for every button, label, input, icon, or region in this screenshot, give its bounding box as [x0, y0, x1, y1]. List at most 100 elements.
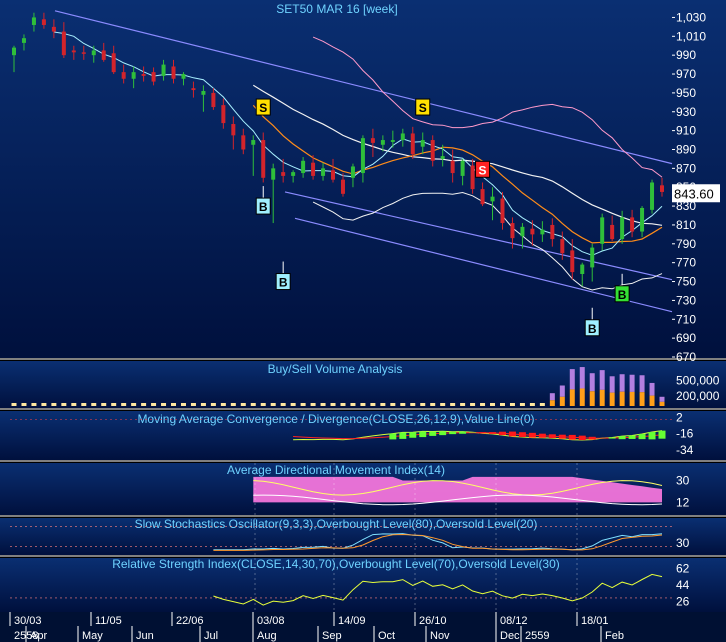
volume-bar [310, 403, 316, 406]
month-axis-label: Sep [322, 630, 342, 642]
year-axis-label: 2558 [14, 630, 38, 642]
date-axis-label: 18/01 [581, 615, 609, 627]
volume-axis-label: 200,000 [676, 389, 720, 403]
candle-body [340, 179, 345, 194]
candle-body [390, 140, 395, 142]
stock-chart[interactable]: 1,0301,010990970950930910890870850830810… [0, 0, 726, 642]
volume-bar [330, 403, 336, 406]
price-axis-label: 890 [676, 142, 696, 156]
volume-bar [31, 403, 37, 406]
candle-body [181, 74, 186, 79]
candle-body [530, 228, 535, 235]
volume-bar [250, 403, 256, 406]
volume-bar [509, 403, 515, 406]
volume-bar [539, 403, 545, 406]
month-axis-label: Dec [500, 630, 520, 642]
volume-bar [141, 403, 147, 406]
volume-bar [270, 403, 276, 406]
volume-bar-sell [639, 375, 645, 393]
candle-body [251, 140, 256, 145]
candle-body [600, 217, 605, 244]
candle-body [41, 19, 46, 25]
candle-body [520, 226, 525, 237]
price-axis-label: 950 [676, 86, 696, 100]
volume-bar-sell [649, 382, 655, 396]
volume-bar [260, 403, 266, 406]
month-axis-label: Feb [605, 630, 624, 642]
candle-body [331, 170, 336, 180]
volume-bar-sell [589, 373, 595, 392]
candle-body [650, 182, 655, 210]
volume-bar [81, 403, 87, 406]
volume-bar [71, 403, 77, 406]
volume-bar-buy [629, 391, 635, 406]
volume-bar-sell [609, 376, 615, 393]
candle-body [101, 50, 106, 60]
volume-bar [230, 403, 236, 406]
price-axis-label: 730 [676, 293, 696, 307]
macd-axis-label: -16 [676, 427, 694, 441]
volume-bar [11, 403, 17, 406]
volume-bar [121, 403, 127, 406]
candle-body [550, 224, 555, 240]
price-axis-label: 870 [676, 161, 696, 175]
volume-bar [220, 403, 226, 406]
volume-bar-sell [549, 393, 555, 401]
volume-bar [300, 403, 306, 406]
rsi-axis-label: 62 [676, 561, 690, 575]
volume-bar [111, 403, 117, 406]
volume-bar [529, 403, 535, 406]
candle-body [570, 250, 575, 273]
candle-body [271, 168, 276, 180]
candle-body [301, 160, 306, 174]
candle-body [171, 66, 176, 79]
date-axis-label: 26/10 [419, 615, 447, 627]
volume-bar [171, 403, 177, 406]
signal-label: B [588, 322, 597, 336]
candle-body [370, 138, 375, 143]
volume-bar [340, 403, 346, 406]
rsi-axis-label: 44 [676, 578, 690, 592]
price-axis-label: 770 [676, 256, 696, 270]
price-axis-label: 670 [676, 350, 696, 364]
volume-bar-buy [589, 391, 595, 406]
volume-bar [210, 403, 216, 406]
volume-bar [370, 403, 376, 406]
price-axis-label: 1,030 [676, 10, 706, 24]
volume-bar [290, 403, 296, 406]
candle-body [131, 72, 136, 79]
volume-bar [101, 403, 107, 406]
candle-body [610, 224, 615, 240]
price-axis-label: 1,010 [676, 29, 706, 43]
price-axis-label: 710 [676, 312, 696, 326]
candle-body [540, 229, 545, 235]
candle-body [410, 133, 415, 155]
candle-body [630, 217, 635, 232]
month-axis-label: Jul [204, 630, 218, 642]
volume-bar-buy [549, 400, 555, 406]
macd-axis-label: 2 [676, 411, 683, 425]
price-axis-label: 690 [676, 331, 696, 345]
volume-bar [131, 403, 137, 406]
stochastic-title: Slow Stochastics Oscillator(9,3,3),Overb… [135, 517, 538, 531]
volume-bar [51, 403, 57, 406]
volume-bar [480, 403, 486, 406]
date-axis-label: 14/09 [338, 615, 366, 627]
month-axis-label: 2559 [525, 630, 549, 642]
candle-body [500, 198, 505, 224]
date-axis-label: 22/06 [176, 615, 204, 627]
volume-bar [41, 403, 47, 406]
candle-body [380, 140, 385, 145]
price-axis-label: 810 [676, 218, 696, 232]
volume-title: Buy/Sell Volume Analysis [268, 362, 403, 376]
volume-bar [161, 403, 167, 406]
volume-bar [21, 403, 27, 406]
volume-bar-sell [559, 385, 565, 397]
chart-title: SET50 MAR 16 [week] [276, 2, 397, 16]
volume-bar-buy [559, 396, 565, 406]
candle-body [291, 172, 296, 176]
volume-bar-sell [659, 396, 665, 402]
candle-body [420, 140, 425, 147]
volume-bar [450, 403, 456, 406]
rsi-axis-label: 26 [676, 595, 690, 609]
